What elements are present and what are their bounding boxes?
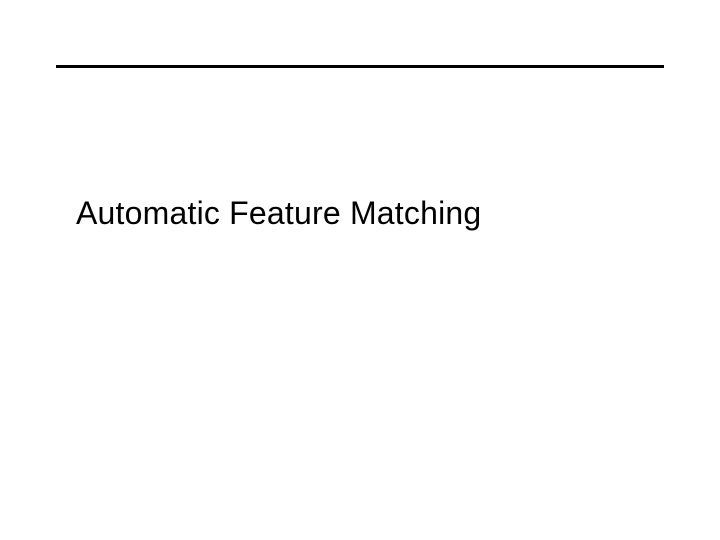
slide-container: Automatic Feature Matching [0,0,720,540]
slide-title: Automatic Feature Matching [76,195,481,232]
horizontal-divider [56,65,664,68]
